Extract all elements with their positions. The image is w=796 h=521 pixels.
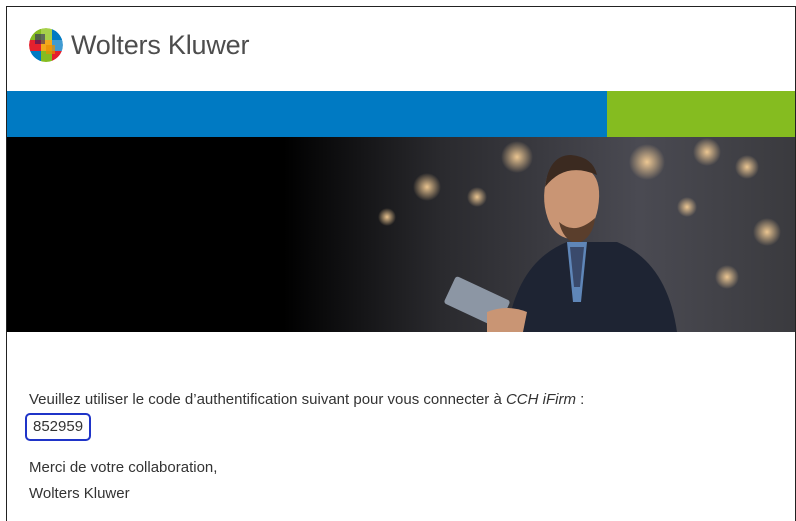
brand-header: Wolters Kluwer	[29, 25, 249, 65]
authentication-code[interactable]: 852959	[25, 413, 92, 441]
message-content: Veuillez utiliser le code d’authentifica…	[25, 387, 585, 507]
wolters-kluwer-logo-icon	[29, 28, 63, 62]
auth-instruction: Veuillez utiliser le code d’authentifica…	[29, 391, 585, 408]
brand-name: Wolters Kluwer	[71, 29, 250, 60]
green-color-band	[607, 91, 795, 137]
hero-photo	[7, 137, 795, 332]
signature-text: Wolters Kluwer	[29, 485, 130, 502]
product-name: CCH iFirm	[505, 391, 576, 408]
blue-color-band	[7, 91, 607, 137]
email-body: Wolters Kluwer Veuillez utiliser le code…	[6, 6, 796, 521]
thanks-text: Merci de votre collaboration,	[29, 459, 218, 476]
